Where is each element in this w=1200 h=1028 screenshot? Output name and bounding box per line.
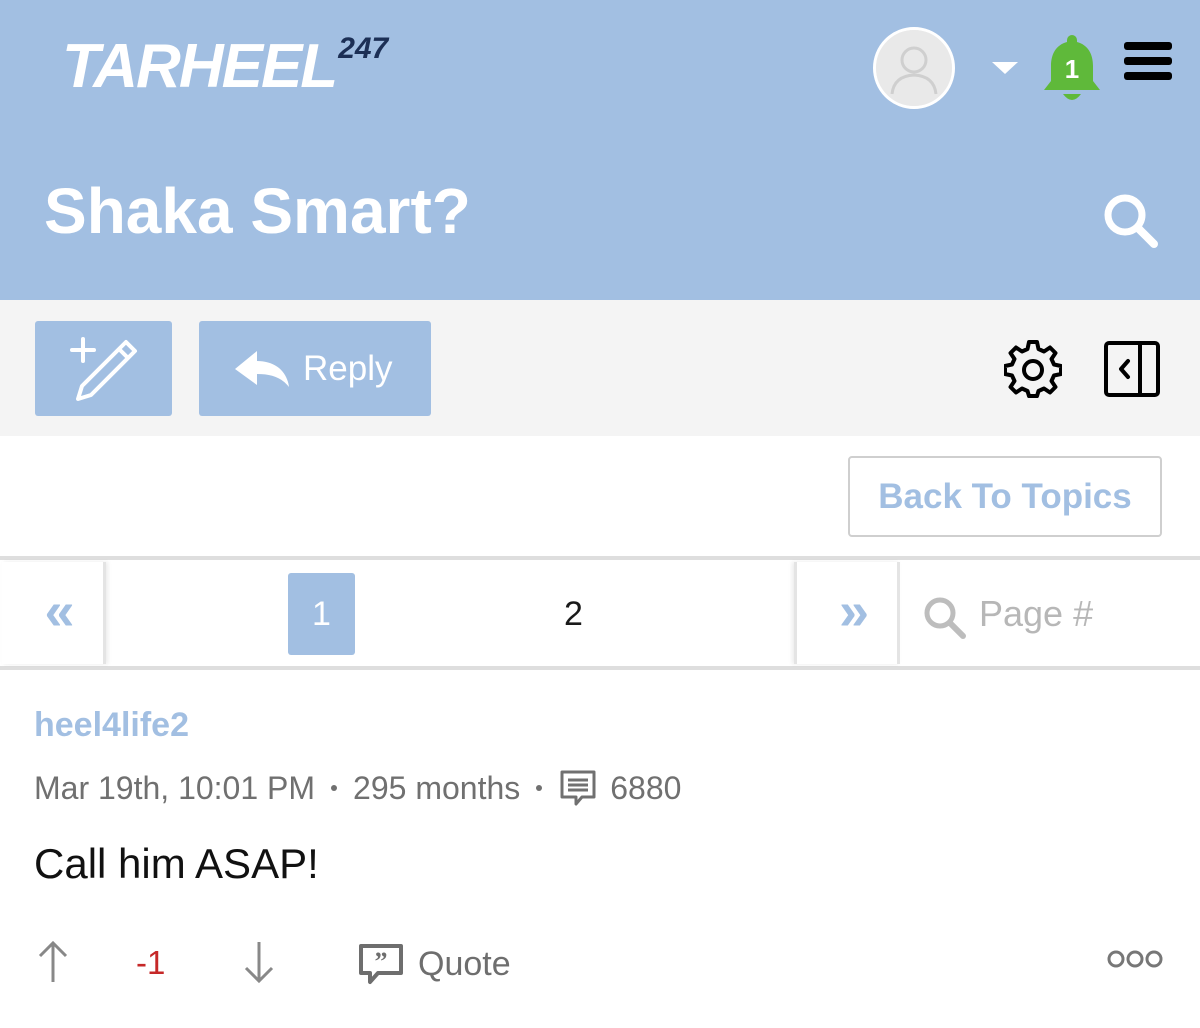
new-post-button[interactable] — [35, 321, 172, 416]
reply-arrow-icon — [235, 351, 289, 387]
double-chevron-right-icon: » — [838, 581, 869, 641]
back-to-topics-button[interactable]: Back To Topics — [848, 456, 1162, 537]
logo-text: TarHeel — [62, 32, 338, 101]
thread-toolbar: Reply — [0, 300, 1200, 436]
page-jump[interactable] — [903, 562, 1198, 664]
last-page-button[interactable]: » — [794, 562, 900, 664]
quote-label: Quote — [418, 944, 511, 983]
vote-score: -1 — [136, 944, 166, 981]
caret-down-icon[interactable] — [992, 62, 1018, 74]
member-tenure: 295 months — [353, 769, 521, 806]
pagination-bar: « 1 2 » — [0, 556, 1200, 670]
downvote-icon[interactable] — [244, 940, 274, 984]
more-icon[interactable] — [1106, 944, 1164, 974]
page-number-input[interactable] — [979, 584, 1189, 644]
logo-number: 247 — [338, 32, 389, 65]
collapse-panel-icon[interactable] — [1104, 341, 1160, 397]
post-count: 6880 — [610, 769, 682, 806]
search-icon[interactable] — [1100, 190, 1160, 250]
separator-dot — [331, 785, 338, 791]
user-avatar-icon[interactable] — [873, 27, 955, 109]
quote-icon: ” — [359, 944, 403, 984]
notification-count: 1 — [1064, 54, 1080, 84]
comments-icon — [560, 770, 596, 806]
post-author[interactable]: heel4life2 — [34, 706, 189, 745]
new-post-icon — [70, 337, 137, 401]
gear-icon[interactable] — [1003, 340, 1063, 398]
post-date: Mar 19th, 10:01 PM — [34, 769, 316, 806]
svg-text:”: ” — [375, 947, 388, 976]
upvote-icon[interactable] — [38, 940, 68, 984]
first-page-button[interactable]: « — [2, 562, 106, 664]
quote-button[interactable]: ” Quote — [358, 940, 511, 988]
separator-dot — [536, 785, 543, 791]
search-icon — [924, 597, 966, 639]
site-logo[interactable]: TarHeel 247 — [62, 28, 388, 98]
page-title: Shaka Smart? — [44, 175, 471, 247]
menu-icon[interactable] — [1124, 42, 1174, 86]
double-chevron-left-icon: « — [44, 581, 74, 641]
notifications-button[interactable]: 1 — [1040, 32, 1104, 104]
post-body: Call him ASAP! — [34, 840, 319, 887]
reply-button[interactable]: Reply — [199, 321, 431, 416]
page-2-button[interactable]: 2 — [540, 573, 607, 655]
post-meta: Mar 19th, 10:01 PM 295 months 6880 — [34, 768, 681, 808]
reply-label: Reply — [303, 349, 393, 388]
site-header: TarHeel 247 1 Shaka Smart? — [0, 0, 1200, 300]
page-1-button[interactable]: 1 — [288, 573, 355, 655]
